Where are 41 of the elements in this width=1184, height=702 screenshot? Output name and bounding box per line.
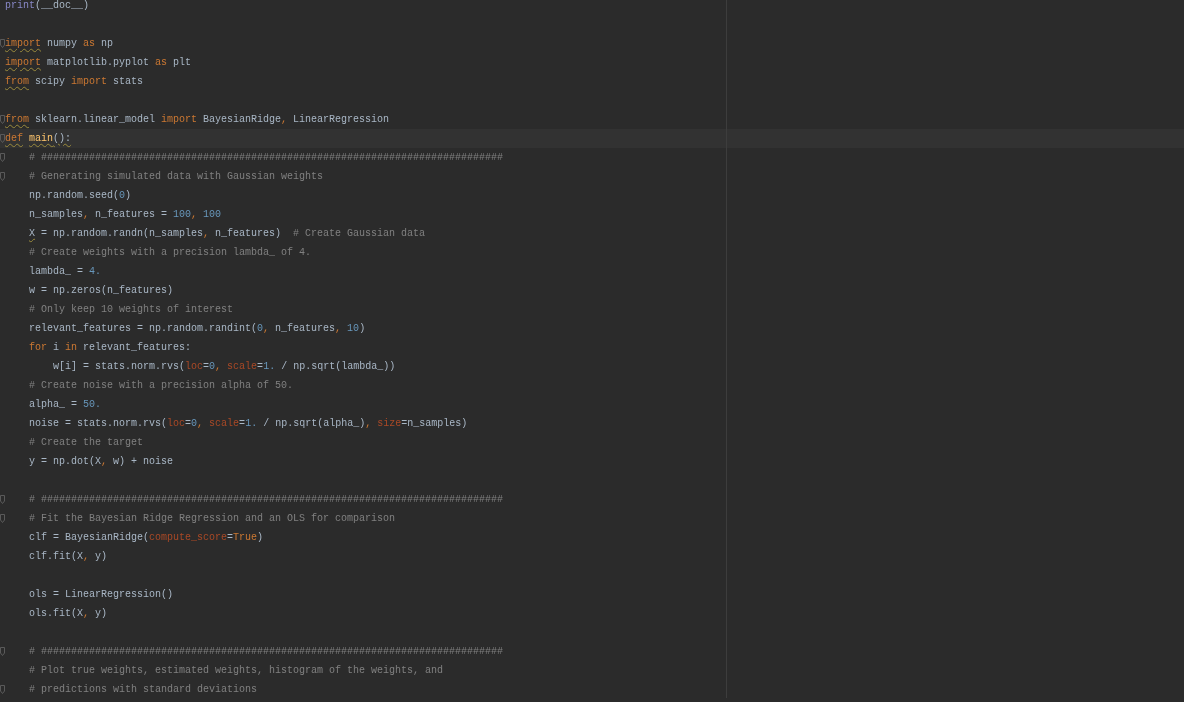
code-line: print(__doc__) (5, 0, 90, 13)
code-line: from scipy import stats (5, 74, 144, 89)
fold-marker-icon[interactable] (0, 172, 5, 181)
code-line: alpha_ = 50. (28, 397, 102, 412)
fold-marker-icon[interactable] (0, 647, 5, 656)
code-line: clf.fit(X, y) (28, 549, 108, 564)
code-line: y = np.dot(X, w) + noise (28, 454, 174, 469)
code-line: # Create noise with a precision alpha of 50. (28, 378, 294, 393)
code-line: n_samples, n_features = 100, 100 (28, 207, 222, 222)
fold-marker-icon[interactable] (0, 685, 5, 694)
code-line: # ############################################################################# (28, 150, 504, 165)
code-line: for i in relevant_features: (28, 340, 192, 355)
code-line: w = np.zeros(n_features) (28, 283, 174, 298)
code-line: # Fit the Bayesian Ridge Regression and an OLS for comparison (28, 511, 396, 526)
code-line: lambda_ = 4. (28, 264, 102, 279)
code-line: # Create weights with a precision lambda_ of 4. (28, 245, 312, 260)
code-line: import numpy as np (5, 36, 114, 51)
fold-marker-icon[interactable] (0, 134, 5, 143)
code-line: np.random.seed(0) (28, 188, 132, 203)
code-line: w[i] = stats.norm.rvs(loc=0, scale=1. / np.sqrt(lambda_)) (52, 359, 396, 374)
code-line: X = np.random.randn(n_samples, n_features) # Create Gaussian data (28, 226, 426, 241)
code-line: # Generating simulated data with Gaussian weights (28, 169, 324, 184)
code-line: # ############################################################################# (28, 644, 504, 659)
code-line: # Only keep 10 weights of interest (28, 302, 234, 317)
code-line: def main(): (5, 131, 72, 146)
code-line: from sklearn.linear_model import BayesianRidge, LinearRegression (5, 112, 390, 127)
code-line: # Create the target (28, 435, 144, 450)
code-line: noise = stats.norm.rvs(loc=0, scale=1. / np.sqrt(alpha_), size=n_samples) (28, 416, 468, 431)
code-line: # ############################################################################# (28, 492, 504, 507)
code-line: relevant_features = np.random.randint(0, n_features, 10) (28, 321, 366, 336)
code-line: clf = BayesianRidge(compute_score=True) (28, 530, 264, 545)
code-line: # predictions with standard deviations (28, 682, 258, 697)
fold-marker-icon[interactable] (0, 514, 5, 523)
code-line: # Plot true weights, estimated weights, histogram of the weights, and (28, 663, 444, 678)
code-line: ols.fit(X, y) (28, 606, 108, 621)
fold-marker-icon[interactable] (0, 115, 5, 124)
code-line: import matplotlib.pyplot as plt (5, 55, 192, 70)
fold-marker-icon[interactable] (0, 495, 5, 504)
code-line: ols = LinearRegression() (28, 587, 174, 602)
fold-marker-icon[interactable] (0, 39, 5, 48)
fold-marker-icon[interactable] (0, 153, 5, 162)
